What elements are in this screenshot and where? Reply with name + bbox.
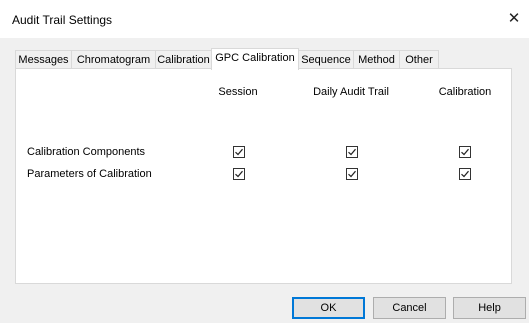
checkmark-icon [235, 148, 243, 156]
checkmark-icon [235, 170, 243, 178]
dialog-body: Messages Chromatogram Calibration GPC Ca… [0, 38, 529, 323]
tab-other[interactable]: Other [399, 50, 439, 69]
checkmark-icon [348, 148, 356, 156]
checkbox-parameters-calibration[interactable] [459, 168, 471, 180]
row-label-parameters-of-calibration: Parameters of Calibration [27, 168, 152, 180]
tab-method[interactable]: Method [353, 50, 400, 69]
window-title: Audit Trail Settings [12, 13, 113, 27]
title-bar: Audit Trail Settings ✕ [0, 0, 529, 38]
checkmark-icon [461, 170, 469, 178]
checkbox-calibration-components-session[interactable] [233, 146, 245, 158]
checkbox-calibration-components-calibration[interactable] [459, 146, 471, 158]
checkmark-icon [461, 148, 469, 156]
checkbox-parameters-daily[interactable] [346, 168, 358, 180]
checkbox-calibration-components-daily[interactable] [346, 146, 358, 158]
column-header-calibration: Calibration [438, 86, 492, 98]
cancel-button[interactable]: Cancel [373, 297, 446, 319]
column-header-daily-audit-trail: Daily Audit Trail [313, 86, 389, 98]
help-button[interactable]: Help [453, 297, 526, 319]
checkmark-icon [348, 170, 356, 178]
column-header-session: Session [218, 86, 258, 98]
ok-button[interactable]: OK [292, 297, 365, 319]
tab-calibration[interactable]: Calibration [155, 50, 212, 69]
gpc-calibration-panel: Session Daily Audit Trail Calibration Ca… [15, 68, 512, 284]
checkbox-parameters-session[interactable] [233, 168, 245, 180]
tab-chromatogram[interactable]: Chromatogram [71, 50, 156, 69]
tab-gpc-calibration[interactable]: GPC Calibration [211, 48, 299, 70]
close-icon[interactable]: ✕ [503, 9, 525, 29]
row-label-calibration-components: Calibration Components [27, 146, 146, 158]
tab-sequence[interactable]: Sequence [298, 50, 354, 69]
tab-messages[interactable]: Messages [15, 50, 72, 69]
